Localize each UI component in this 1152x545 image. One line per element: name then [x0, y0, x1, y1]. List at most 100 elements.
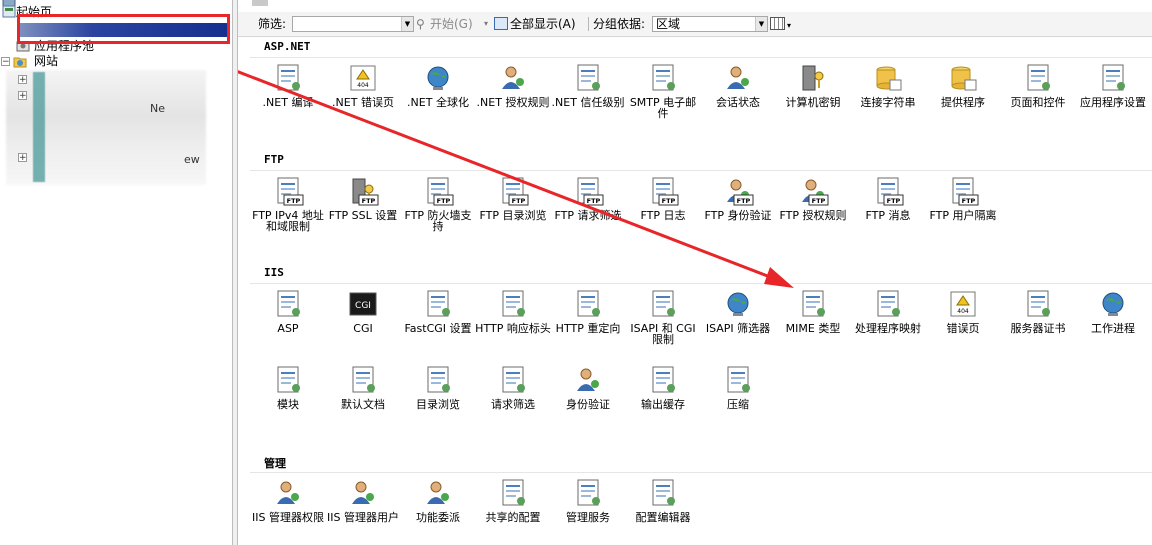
- feature-item[interactable]: 身份验证: [550, 364, 626, 410]
- filter-input[interactable]: ▼: [292, 16, 414, 32]
- feature-item[interactable]: HTTP 重定向: [550, 288, 626, 334]
- feature-item[interactable]: 处理程序映射: [850, 288, 926, 334]
- feature-label: FTP IPv4 地址和域限制: [252, 209, 324, 233]
- feature-label: 工作进程: [1091, 322, 1135, 335]
- collapse-toggle-icon[interactable]: −: [1, 57, 10, 67]
- section-divider: [250, 283, 1152, 284]
- section-header[interactable]: ASP.NET: [264, 40, 310, 53]
- feature-label: 处理程序映射: [855, 322, 921, 335]
- feature-item[interactable]: .NET 全球化: [400, 62, 476, 108]
- shared-configuration-icon: [497, 477, 529, 509]
- feature-item[interactable]: ISAPI 筛选器: [700, 288, 776, 334]
- feature-item[interactable]: 服务器证书: [1000, 288, 1076, 334]
- request-filtering-icon: [497, 364, 529, 396]
- section-header[interactable]: 管理: [264, 455, 286, 471]
- feature-label: 请求筛选: [491, 398, 535, 411]
- feature-item[interactable]: 工作进程: [1075, 288, 1151, 334]
- feature-item[interactable]: 会话状态: [700, 62, 776, 108]
- chevron-down-icon[interactable]: ▼: [755, 17, 767, 31]
- feature-item[interactable]: 连接字符串: [850, 62, 926, 108]
- feature-label: HTTP 响应标头: [475, 322, 551, 335]
- section-divider: [250, 472, 1152, 473]
- svg-text:FTP: FTP: [812, 197, 826, 205]
- feature-item[interactable]: ASP: [250, 288, 326, 334]
- expand-toggle-icon[interactable]: +: [18, 75, 27, 85]
- worker-processes-icon: [1097, 288, 1129, 320]
- feature-item[interactable]: FTP FTP IPv4 地址和域限制: [250, 175, 326, 232]
- feature-item[interactable]: 请求筛选: [475, 364, 551, 410]
- iis-manager-permissions-icon: [272, 477, 304, 509]
- output-caching-icon: [647, 364, 679, 396]
- feature-item[interactable]: ISAPI 和 CGI 限制: [625, 288, 701, 345]
- start-button-label: 开始(G): [430, 17, 473, 31]
- directory-browsing-icon: [422, 364, 454, 396]
- ftp-directory-icon: FTP: [497, 175, 529, 207]
- feature-item[interactable]: 配置编辑器: [625, 477, 701, 523]
- feature-item[interactable]: .NET 信任级别: [550, 62, 626, 108]
- feature-item[interactable]: FTP FTP 用户隔离: [925, 175, 1001, 221]
- feature-label: 输出缓存: [641, 398, 685, 411]
- feature-label: MIME 类型: [785, 322, 841, 335]
- feature-item[interactable]: 管理服务: [550, 477, 626, 523]
- ftp-firewall-icon: FTP: [422, 175, 454, 207]
- feature-label: 连接字符串: [860, 96, 916, 109]
- feature-item[interactable]: .NET 编译: [250, 62, 326, 108]
- expand-toggle-icon[interactable]: +: [18, 91, 27, 101]
- feature-item[interactable]: 页面和控件: [1000, 62, 1076, 108]
- error-pages-icon: 404: [947, 288, 979, 320]
- show-all-button[interactable]: 全部显示(A): [494, 12, 576, 36]
- feature-item[interactable]: FastCGI 设置: [400, 288, 476, 334]
- feature-item[interactable]: 默认文档: [325, 364, 401, 410]
- svg-text:FTP: FTP: [362, 197, 376, 205]
- section-header[interactable]: IIS: [264, 266, 284, 279]
- feature-item[interactable]: FTP FTP 目录浏览: [475, 175, 551, 221]
- feature-label: FTP 防火墙支持: [404, 209, 472, 233]
- feature-item[interactable]: FTP FTP 防火墙支持: [400, 175, 476, 232]
- start-button[interactable]: ⚲ 开始(G): [416, 12, 473, 36]
- svg-text:CGI: CGI: [355, 301, 371, 311]
- feature-item[interactable]: .NET 授权规则: [475, 62, 551, 108]
- feature-item[interactable]: IIS 管理器用户: [325, 477, 401, 523]
- feature-item[interactable]: 目录浏览: [400, 364, 476, 410]
- feature-item[interactable]: IIS 管理器权限: [250, 477, 326, 523]
- http-headers-icon: [497, 288, 529, 320]
- compression-icon: [722, 364, 754, 396]
- feature-item[interactable]: FTP FTP 消息: [850, 175, 926, 221]
- feature-item[interactable]: 404 错误页: [925, 288, 1001, 334]
- show-all-icon: [494, 17, 508, 30]
- feature-item[interactable]: 应用程序设置: [1075, 62, 1151, 108]
- feature-item[interactable]: 提供程序: [925, 62, 1001, 108]
- section-divider: [250, 170, 1152, 171]
- feature-item[interactable]: FTP FTP SSL 设置: [325, 175, 401, 221]
- net-globalization-icon: [422, 62, 454, 94]
- ftp-auth-icon: FTP: [722, 175, 754, 207]
- feature-item[interactable]: CGI CGI: [325, 288, 401, 334]
- feature-item[interactable]: 功能委派: [400, 477, 476, 523]
- section-header[interactable]: FTP: [264, 153, 284, 166]
- feature-item[interactable]: MIME 类型: [775, 288, 851, 334]
- feature-item[interactable]: FTP FTP 日志: [625, 175, 701, 221]
- feature-item[interactable]: FTP FTP 身份验证: [700, 175, 776, 221]
- feature-item[interactable]: 404 .NET 错误页: [325, 62, 401, 108]
- ftp-user-isolation-icon: FTP: [947, 175, 979, 207]
- feature-item[interactable]: SMTP 电子邮件: [625, 62, 701, 119]
- feature-item[interactable]: 压缩: [700, 364, 776, 410]
- view-mode-button[interactable]: ▾: [770, 12, 791, 36]
- expand-toggle-icon[interactable]: +: [18, 153, 27, 163]
- iis-manager-users-icon: [347, 477, 379, 509]
- svg-text:FTP: FTP: [587, 197, 601, 205]
- svg-text:FTP: FTP: [662, 197, 676, 205]
- feature-item[interactable]: HTTP 响应标头: [475, 288, 551, 334]
- section-divider: [250, 57, 1152, 58]
- feature-item[interactable]: FTP FTP 请求筛选: [550, 175, 626, 221]
- feature-item[interactable]: 共享的配置: [475, 477, 551, 523]
- feature-item[interactable]: 模块: [250, 364, 326, 410]
- chevron-down-icon[interactable]: ▼: [401, 17, 413, 31]
- group-by-select[interactable]: 区域 ▼: [652, 16, 768, 32]
- feature-item[interactable]: 计算机密钥: [775, 62, 851, 108]
- feature-label: 模块: [277, 398, 299, 411]
- feature-label: 功能委派: [416, 511, 460, 524]
- feature-item[interactable]: 输出缓存: [625, 364, 701, 410]
- start-dropdown-icon[interactable]: ▾: [484, 12, 488, 36]
- feature-item[interactable]: FTP FTP 授权规则: [775, 175, 851, 221]
